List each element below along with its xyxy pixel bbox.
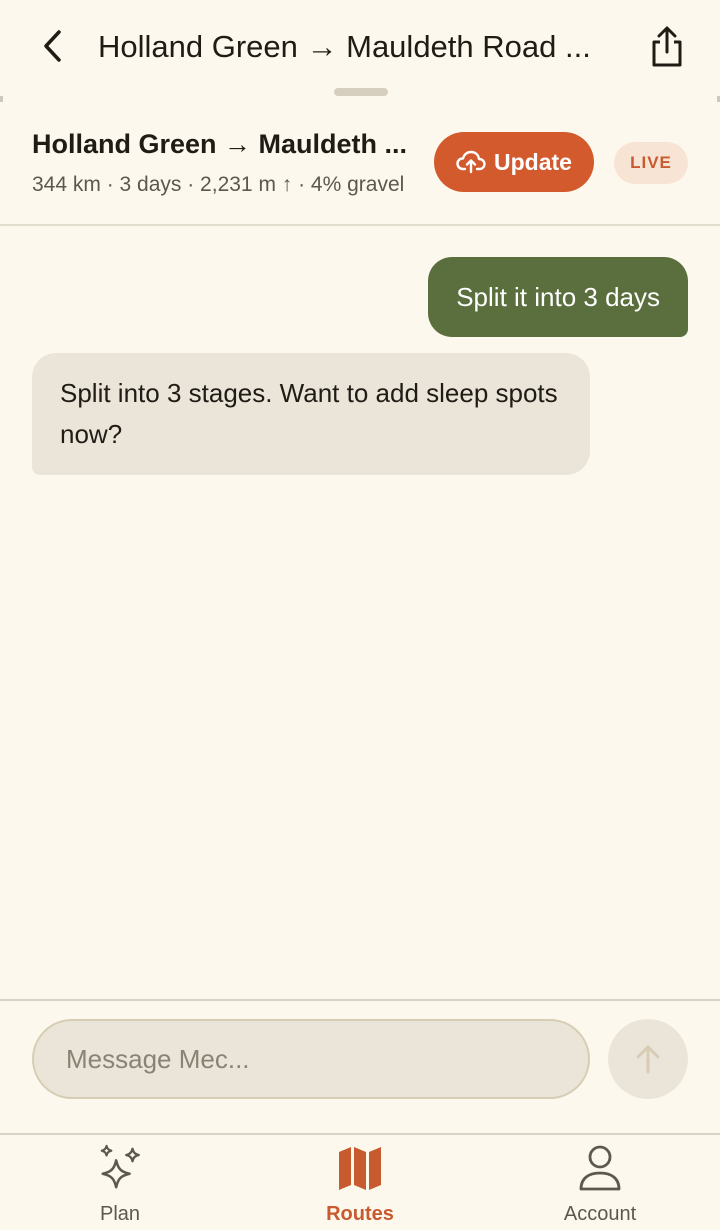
bottom-tab-bar: Plan Routes Account — [0, 1133, 720, 1230]
update-label: Update — [494, 148, 572, 175]
share-icon — [652, 26, 682, 67]
send-button[interactable] — [608, 1019, 688, 1099]
sheet-edge — [0, 96, 720, 102]
drag-handle[interactable] — [334, 88, 388, 96]
share-button[interactable] — [640, 20, 694, 74]
page-title: Holland Green → Mauldeth Road ... — [98, 29, 591, 64]
assistant-message: Split into 3 stages. Want to add sleep s… — [32, 353, 590, 475]
chat-thread: Split it into 3 days Split into 3 stages… — [0, 226, 720, 998]
tab-plan[interactable]: Plan — [50, 1143, 190, 1230]
tab-plan-label: Plan — [99, 1203, 141, 1225]
map-icon — [335, 1143, 385, 1193]
route-header: Holland Green → Mauldeth ... 344 km · 3 … — [0, 110, 720, 226]
tab-account-label: Account — [563, 1203, 637, 1225]
user-icon — [575, 1143, 625, 1193]
tab-account[interactable]: Account — [530, 1143, 670, 1230]
message-input[interactable] — [32, 1019, 590, 1099]
message-composer — [0, 999, 720, 1135]
cloud-upload-icon — [456, 150, 486, 174]
app-screen: Holland Green → Mauldeth Road ... Hollan… — [0, 0, 720, 1230]
chevron-left-icon — [44, 30, 61, 62]
user-message: Split it into 3 days — [428, 257, 688, 337]
top-bar: Holland Green → Mauldeth Road ... — [0, 0, 720, 96]
update-button[interactable]: Update — [434, 132, 594, 192]
route-stats: 344 km · 3 days · 2,231 m ↑ · 4% gravel — [32, 173, 405, 196]
route-title: Holland Green → Mauldeth ... — [32, 129, 408, 159]
tab-routes-label: Routes — [326, 1203, 394, 1225]
live-badge: LIVE — [614, 142, 688, 184]
arrow-up-icon — [636, 1045, 660, 1074]
tab-routes[interactable]: Routes — [290, 1143, 430, 1230]
sparkles-icon — [95, 1143, 145, 1193]
back-button[interactable] — [30, 22, 78, 70]
